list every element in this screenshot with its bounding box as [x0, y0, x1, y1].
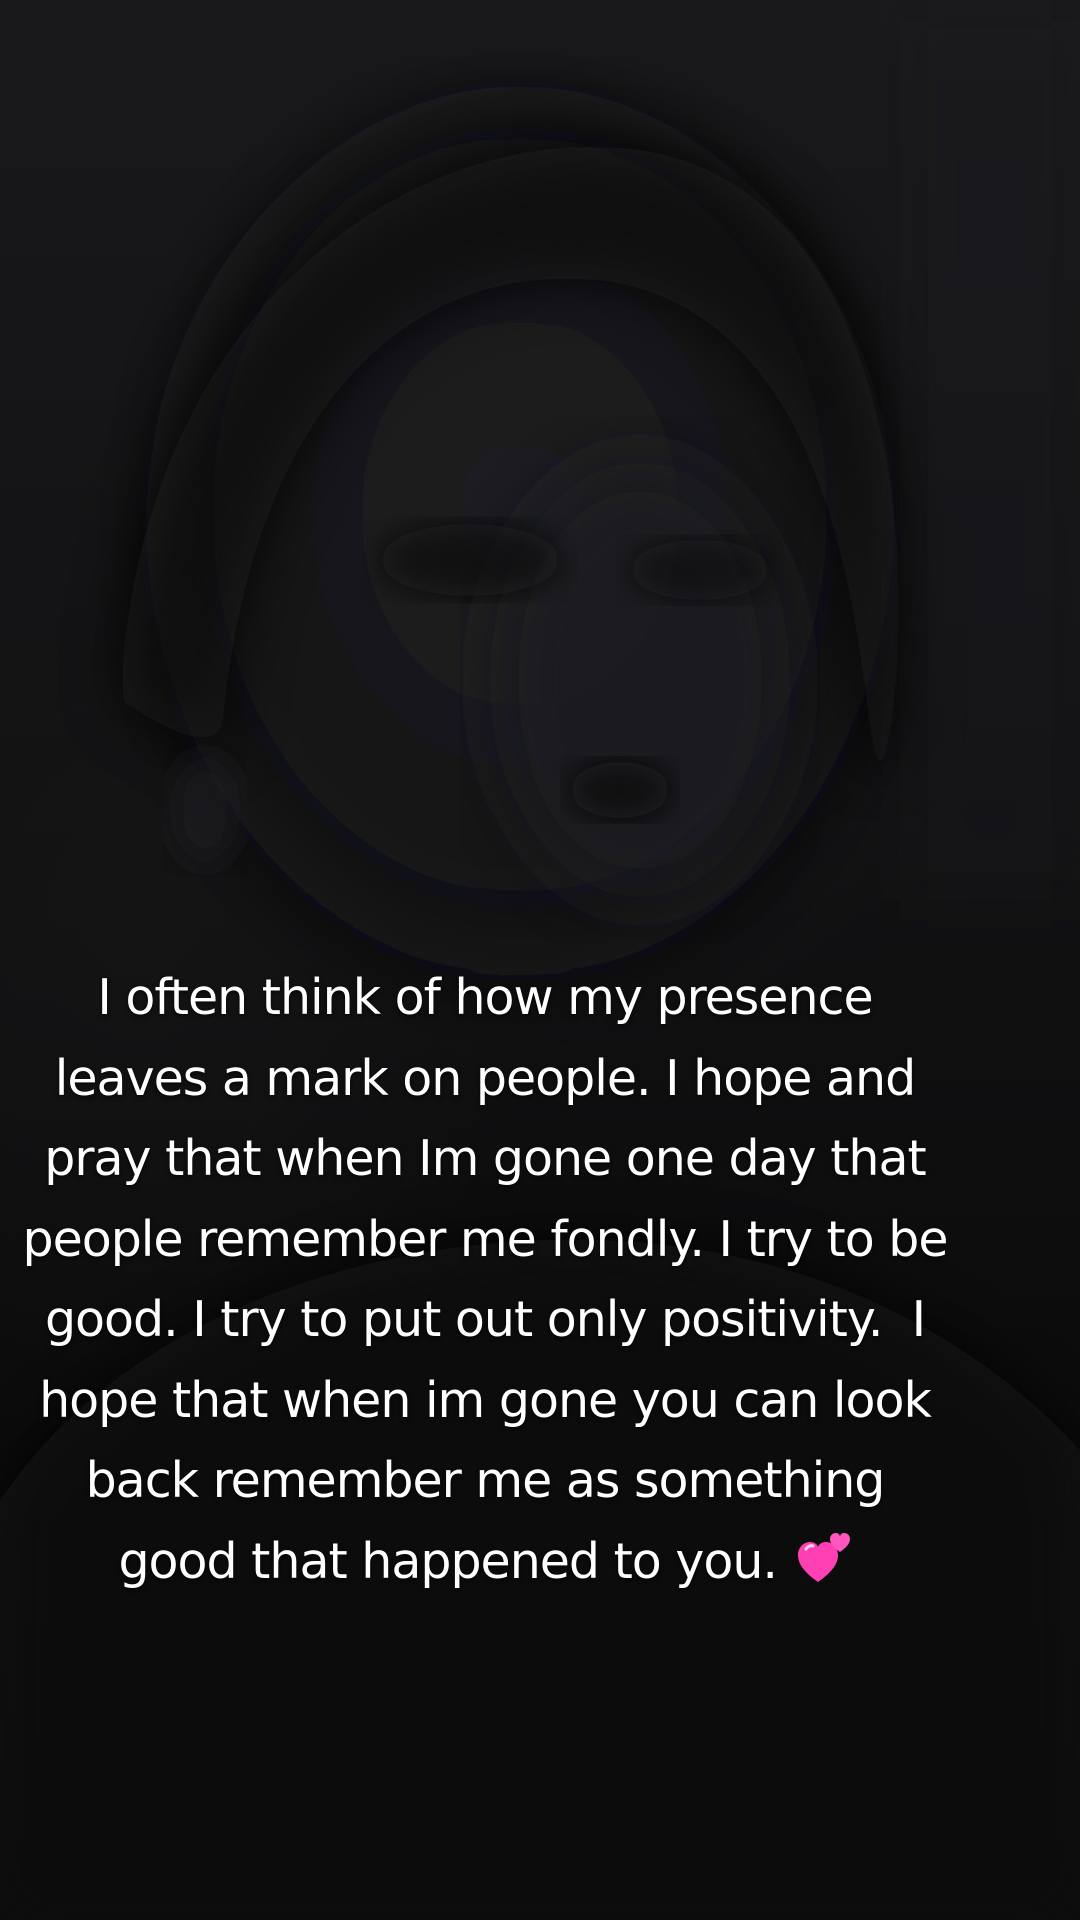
caption-line: back remember me as something — [85, 1452, 886, 1509]
caption-line: leaves a mark on people. I hope and — [54, 1049, 916, 1107]
caption-line: I often think of how my presence — [97, 969, 873, 1026]
caption-line: people remember me fondly. I try to be — [22, 1210, 948, 1268]
two-hearts-icon — [797, 1532, 850, 1582]
video-frame: I often think of how my presence leaves … — [0, 0, 1080, 1920]
caption-line-text: good that happened to you. — [118, 1532, 778, 1590]
caption-last-line: good that happened to you. — [0, 1522, 970, 1603]
caption-line: hope that when im gone you can look — [39, 1371, 932, 1429]
caption-line: good. I try to put out only positivity. … — [44, 1291, 926, 1348]
caption-text: I often think of how my presence leaves … — [0, 958, 970, 1602]
caption-line: pray that when Im gone one day that — [44, 1130, 926, 1187]
